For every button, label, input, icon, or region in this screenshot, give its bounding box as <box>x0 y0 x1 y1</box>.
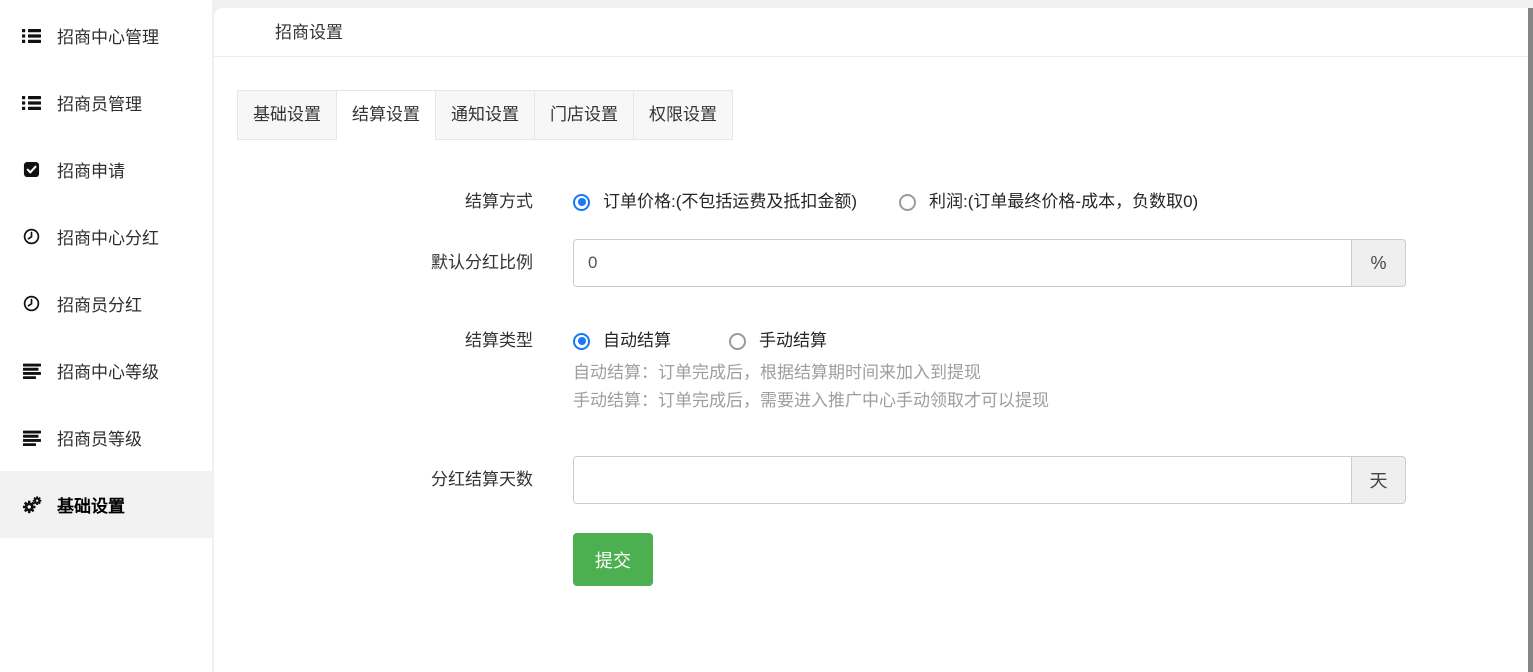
settlement-settings-form: 结算方式 订单价格:(不包括运费及抵扣金额) 利润:(订单最终价格-成本，负数取… <box>214 188 1528 586</box>
gears-icon <box>21 496 42 514</box>
sidebar-item-label: 招商中心分红 <box>57 224 159 249</box>
radio-unselected-icon[interactable] <box>899 194 916 211</box>
sidebar-item-label: 招商员等级 <box>57 425 142 450</box>
settlement-type-label: 结算类型 <box>214 327 533 355</box>
percent-suffix: % <box>1352 239 1406 287</box>
check-square-icon <box>21 161 42 178</box>
clock-icon <box>21 228 42 245</box>
sidebar-item-label: 基础设置 <box>57 492 125 517</box>
tab-basic-settings[interactable]: 基础设置 <box>237 90 337 140</box>
page-header: 招商设置 <box>214 8 1528 57</box>
settlement-days-input[interactable] <box>573 456 1352 504</box>
sidebar-item-merchant-center-level[interactable]: 招商中心等级 <box>0 337 212 404</box>
default-ratio-input[interactable] <box>573 239 1352 287</box>
default-ratio-label: 默认分红比例 <box>214 249 533 277</box>
manual-settle-help-text: 手动结算：订单完成后，需要进入推广中心手动领取才可以提现 <box>573 387 1528 415</box>
auto-settle-help-text: 自动结算：订单完成后，根据结算期时间来加入到提现 <box>573 359 1528 387</box>
settings-tabbar: 基础设置 结算设置 通知设置 门店设置 权限设置 <box>237 90 1528 140</box>
tab-store-settings[interactable]: 门店设置 <box>534 90 634 140</box>
radio-option-profit[interactable]: 利润:(订单最终价格-成本，负数取0) <box>899 188 1198 216</box>
list-icon <box>21 28 42 44</box>
settlement-type-row: 结算类型 自动结算 手动结算 自动结算：订单完成后，根据结算期时间来加入到提现 … <box>214 327 1528 415</box>
settlement-days-row: 分红结算天数 天 <box>214 456 1528 504</box>
sidebar-item-merchant-apply[interactable]: 招商申请 <box>0 136 212 203</box>
sidebar-item-label: 招商员管理 <box>57 90 142 115</box>
radio-option-label: 自动结算 <box>603 327 671 355</box>
sidebar-item-merchant-center-management[interactable]: 招商中心管理 <box>0 2 212 69</box>
radio-unselected-icon[interactable] <box>729 333 746 350</box>
submit-button[interactable]: 提交 <box>573 533 653 586</box>
submit-row: 提交 <box>214 533 1528 586</box>
radio-option-label: 订单价格:(不包括运费及抵扣金额) <box>603 188 857 216</box>
radio-option-manual-settle[interactable]: 手动结算 <box>729 327 827 355</box>
settlement-method-label: 结算方式 <box>214 188 533 216</box>
sidebar-item-label: 招商中心等级 <box>57 358 159 383</box>
sidebar-item-label: 招商申请 <box>57 157 125 182</box>
vertical-scrollbar[interactable] <box>1528 8 1533 672</box>
radio-option-label: 手动结算 <box>759 327 827 355</box>
sidebar-item-merchant-staff-management[interactable]: 招商员管理 <box>0 69 212 136</box>
sidebar-item-basic-settings[interactable]: 基础设置 <box>0 471 212 538</box>
default-ratio-row: 默认分红比例 % <box>214 239 1528 287</box>
sidebar-item-merchant-staff-level[interactable]: 招商员等级 <box>0 404 212 471</box>
sidebar: 招商中心管理 招商员管理 招商申请 招商中心分红 招商员分红 招商中心等级 <box>0 0 212 672</box>
settlement-days-label: 分红结算天数 <box>214 466 533 494</box>
main-panel: 招商设置 基础设置 结算设置 通知设置 门店设置 权限设置 结算方式 订单价格:… <box>214 8 1528 672</box>
sidebar-item-label: 招商员分红 <box>57 291 142 316</box>
sidebar-item-label: 招商中心管理 <box>57 23 159 48</box>
tab-settlement-settings[interactable]: 结算设置 <box>336 90 436 140</box>
days-suffix: 天 <box>1352 456 1406 504</box>
radio-option-order-price[interactable]: 订单价格:(不包括运费及抵扣金额) <box>573 188 857 216</box>
tab-permission-settings[interactable]: 权限设置 <box>633 90 733 140</box>
sidebar-item-merchant-staff-dividend[interactable]: 招商员分红 <box>0 270 212 337</box>
tab-notify-settings[interactable]: 通知设置 <box>435 90 535 140</box>
sidebar-item-merchant-center-dividend[interactable]: 招商中心分红 <box>0 203 212 270</box>
radio-option-label: 利润:(订单最终价格-成本，负数取0) <box>929 188 1198 216</box>
radio-selected-icon[interactable] <box>573 333 590 350</box>
page-title: 招商设置 <box>275 23 343 42</box>
clock-icon <box>21 295 42 312</box>
list-icon <box>21 95 42 111</box>
radio-option-auto-settle[interactable]: 自动结算 <box>573 327 671 355</box>
bars-icon <box>21 430 42 446</box>
bars-icon <box>21 363 42 379</box>
scrollbar-thumb[interactable] <box>1528 8 1533 672</box>
settlement-method-row: 结算方式 订单价格:(不包括运费及抵扣金额) 利润:(订单最终价格-成本，负数取… <box>214 188 1528 216</box>
radio-selected-icon[interactable] <box>573 194 590 211</box>
